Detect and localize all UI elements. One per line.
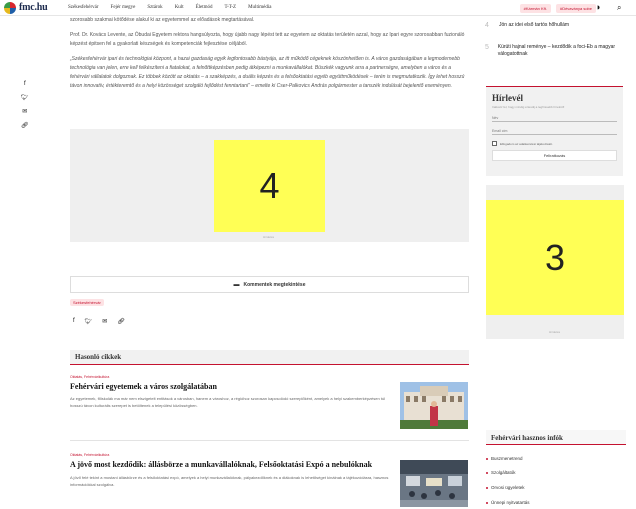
site-header: fmc.hu Székesfehérvár Fejér megye Sztáro… bbox=[0, 0, 636, 16]
nav-item-kult[interactable]: Kult bbox=[175, 5, 184, 10]
nav-item-ttz[interactable]: T-T-Z bbox=[225, 5, 237, 10]
article-body: szorosabb szakmai kötődése alakul ki az … bbox=[70, 16, 468, 97]
popular-title: Kürüti hajnal reménye – kezdődik a foci-… bbox=[497, 44, 616, 57]
card-tags[interactable]: Oktatás, Fehérvárikultúra bbox=[70, 375, 109, 379]
divider bbox=[70, 440, 469, 441]
popular-rank: 5 bbox=[485, 44, 489, 51]
header-tags: #Kármán Kft. #Dévaványa sobe bbox=[519, 4, 596, 13]
header-tag[interactable]: #Kármán Kft. bbox=[519, 4, 551, 13]
article-paragraph: szorosabb szakmai kötődése alakul ki az … bbox=[70, 17, 255, 23]
nav-item-sztarok[interactable]: Sztárok bbox=[147, 5, 162, 10]
card-thumbnail[interactable] bbox=[400, 460, 468, 507]
logo-icon bbox=[4, 1, 16, 14]
share-row: f 🐦︎ ✉ 🔗︎ bbox=[73, 318, 125, 325]
link-icon[interactable]: 🔗︎ bbox=[21, 122, 29, 130]
subscribe-button[interactable]: Feliratkozás bbox=[492, 150, 617, 161]
logo-text: fmc.hu bbox=[19, 2, 48, 13]
email-icon[interactable]: ✉ bbox=[22, 108, 27, 116]
popular-title: Jön az idei első tartós hőhullám bbox=[499, 22, 570, 28]
ad-label: Hirdetés bbox=[263, 235, 275, 239]
article-quote: „Székesfehérvár ipari és technológiai kö… bbox=[70, 56, 465, 89]
view-comments-button[interactable]: ▬ Kommentek megtekintése bbox=[70, 276, 469, 293]
email-field[interactable]: Email cím bbox=[492, 127, 617, 135]
article-paragraph: Prof. Dr. Kovács Levente, az Óbudai Egye… bbox=[70, 32, 465, 47]
card-title[interactable]: A jövő most kezdődik: állásbörze a munka… bbox=[70, 460, 390, 469]
newsletter-title: Hírlevél bbox=[492, 93, 523, 103]
email-icon[interactable]: ✉ bbox=[102, 318, 107, 325]
consent-checkbox[interactable]: Elfogadom az adatkezelési tájékoztatót. bbox=[492, 141, 617, 146]
social-share-sidebar: f 🐦︎ ✉ 🔗︎ bbox=[21, 80, 29, 130]
ad-label: Hirdetés bbox=[549, 330, 561, 334]
nav-item-eletmod[interactable]: Életmód bbox=[196, 5, 213, 10]
card-excerpt: Az egyetemek, főiskolák ma már nem elszi… bbox=[70, 396, 386, 408]
article-tag[interactable]: Székesfehérvár bbox=[70, 299, 104, 306]
popular-rank: 4 bbox=[485, 22, 489, 29]
popular-item[interactable]: 4 Jön az idei első tartós hőhullám bbox=[485, 22, 569, 29]
header-tag[interactable]: #Dévaványa sobe bbox=[555, 4, 596, 13]
useful-info-item[interactable]: Buszmenetrend bbox=[486, 456, 523, 461]
nav-item-szekesfehervar[interactable]: Székesfehérvár bbox=[68, 5, 99, 10]
card-title[interactable]: Fehérvári egyetemek a város szolgálatába… bbox=[70, 382, 390, 391]
link-icon[interactable]: 🔗︎ bbox=[117, 318, 125, 325]
card-excerpt: A jövő felé tekint a mostani állásbörze … bbox=[70, 475, 389, 487]
search-icon[interactable]: ⌕ bbox=[617, 3, 621, 12]
useful-info-heading: Fehérvári hasznos infók bbox=[486, 430, 626, 445]
similar-articles-heading: Hasonló cikkek bbox=[70, 350, 469, 365]
name-field[interactable]: Név bbox=[492, 114, 617, 122]
facebook-icon[interactable]: f bbox=[24, 80, 26, 88]
popular-item[interactable]: 5 Kürüti hajnal reménye – kezdődik a foc… bbox=[485, 44, 623, 58]
contrast-toggle-icon[interactable]: ◑ bbox=[595, 3, 600, 12]
ad-banner-3[interactable]: 3 bbox=[486, 200, 624, 315]
card-tags[interactable]: Oktatás, Fehérvárikultúra bbox=[70, 453, 109, 457]
facebook-icon[interactable]: f bbox=[73, 318, 75, 325]
consent-label: Elfogadom az adatkezelési tájékoztatót. bbox=[500, 141, 553, 146]
newsletter-subtitle: Iratkozz fel, hogy mindig értesülj a leg… bbox=[492, 105, 565, 109]
checkbox-icon[interactable] bbox=[492, 141, 497, 146]
site-logo[interactable]: fmc.hu bbox=[4, 1, 56, 14]
twitter-icon[interactable]: 🐦︎ bbox=[21, 94, 29, 102]
card-thumbnail[interactable] bbox=[400, 382, 468, 429]
useful-info-item[interactable]: Ünnepi nyitvatartás bbox=[486, 500, 530, 505]
main-nav: Székesfehérvár Fejér megye Sztárok Kult … bbox=[68, 5, 283, 10]
nav-item-multimedia[interactable]: Multimédia bbox=[248, 5, 271, 10]
similar-heading-text: Hasonló cikkek bbox=[75, 353, 122, 361]
ad-banner-4[interactable]: 4 bbox=[214, 140, 325, 232]
comment-icon: ▬ bbox=[233, 281, 240, 288]
newsletter-box: Hírlevél Iratkozz fel, hogy mindig értes… bbox=[486, 86, 623, 176]
twitter-icon[interactable]: 🐦︎ bbox=[85, 318, 93, 325]
useful-info-item[interactable]: Szolgáltatók bbox=[486, 470, 516, 475]
nav-item-fejer-megye[interactable]: Fejér megye bbox=[111, 5, 136, 10]
view-comments-label: Kommentek megtekintése bbox=[243, 281, 306, 288]
useful-info-item[interactable]: Orvosi ügyeletek bbox=[486, 485, 525, 490]
